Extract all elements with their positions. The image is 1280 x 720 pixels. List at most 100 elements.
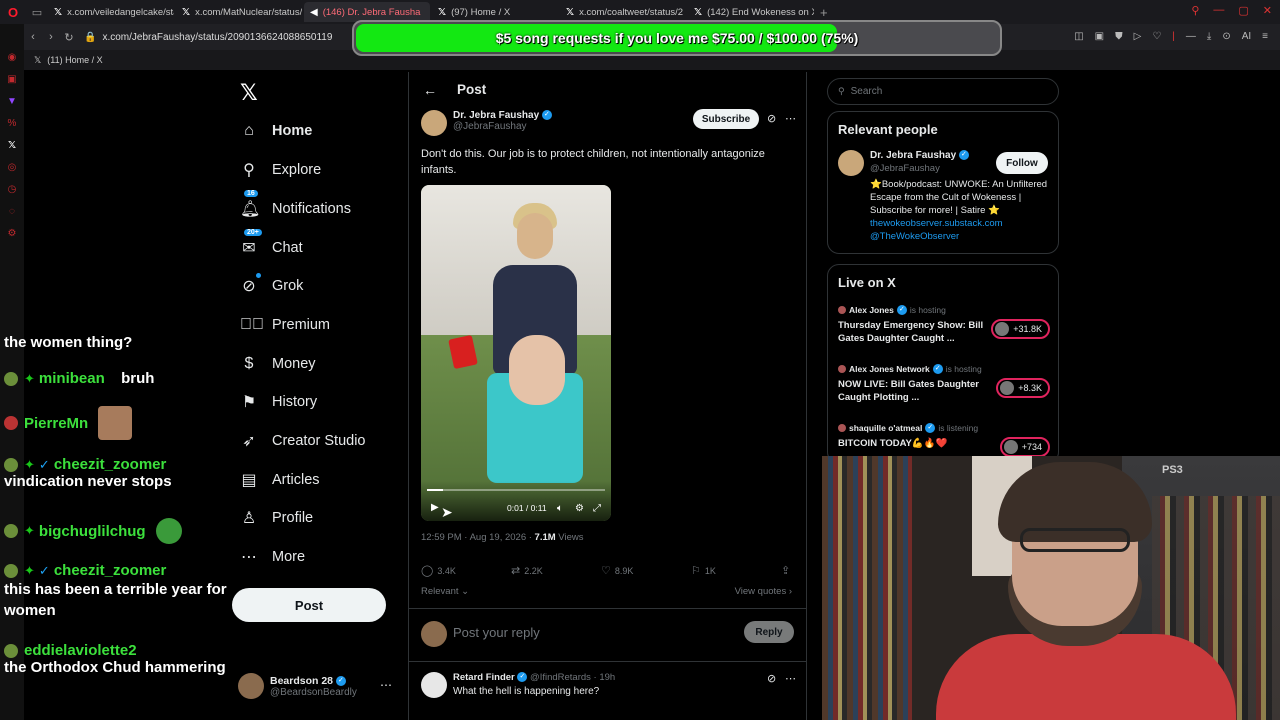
unread-dot [256, 273, 261, 278]
relevant-people-card: Relevant people Dr. Jebra Faushay ✓ @Jeb… [827, 111, 1059, 254]
more-icon[interactable]: ⋯ [785, 112, 796, 125]
browser-tab[interactable]: 𝕏x.com/veiledangelcake/sta [48, 2, 174, 22]
twitch-icon[interactable]: ▼ [7, 96, 17, 108]
nav-history[interactable]: ⚑ History [240, 389, 317, 415]
grok-icon[interactable]: ⊘ [767, 672, 776, 685]
person-name[interactable]: Dr. Jebra Faushay ✓ [870, 150, 969, 161]
tab-menu-icon[interactable]: ▭ [26, 6, 48, 19]
search-icon[interactable]: ⚲ [1191, 4, 1199, 17]
live-space[interactable]: Alex Jones Network ✓ is hosting NOW LIVE… [838, 364, 1050, 404]
bio-link[interactable]: thewokeobserver.substack.com [870, 218, 1003, 229]
avatar[interactable] [838, 150, 864, 176]
bookmark-icon[interactable]: ◫ [1074, 31, 1083, 42]
mute-icon[interactable]: 🔈︎ [557, 503, 563, 514]
repost-action[interactable]: ⇄ 2.2K [511, 564, 543, 577]
chat-bubble-icon[interactable]: ◌ [9, 206, 15, 218]
url-field[interactable]: 🔒 x.com/JebraFaushay/status/2090136624088… [84, 32, 332, 43]
share-action[interactable]: ⇪ [781, 564, 790, 577]
reply-button[interactable]: Reply [744, 621, 794, 643]
minimize-icon[interactable]: — [1213, 4, 1224, 17]
heart-icon[interactable]: ♡ [1152, 31, 1161, 42]
ai-icon[interactable]: AI [1242, 31, 1251, 42]
close-icon[interactable]: ✕ [1263, 4, 1272, 17]
bookmark-home[interactable]: (11) Home / X [47, 55, 102, 65]
download-icon[interactable]: ⤓ [1207, 31, 1211, 42]
nav-chat[interactable]: ✉ 20+ Chat [240, 229, 303, 261]
browser-tab[interactable]: 𝕏x.com/MatNuclear/status/ [176, 2, 302, 22]
history-icon[interactable]: ◷ [8, 184, 17, 196]
flow-icon[interactable]: ◎ [8, 162, 17, 174]
browser-tab[interactable]: 𝕏x.com/coaltweet/status/2 [560, 2, 686, 22]
avatar [1000, 381, 1015, 395]
account-switcher[interactable]: Beardson 28 ✓ @BeardsonBeardly ⋯ [238, 670, 402, 702]
camera-icon[interactable]: ⊙ [1222, 31, 1230, 42]
nav-home[interactable]: ⌂ Home [240, 118, 312, 144]
back-arrow-icon[interactable]: ← [423, 82, 437, 98]
bookmark-action[interactable]: ⚐ 1K [691, 564, 716, 577]
nav-creator-studio[interactable]: ➶ Creator Studio [240, 428, 365, 454]
hamburger-icon[interactable]: ≡ [1262, 31, 1268, 42]
video-time: 0:01 / 0:11 [507, 503, 547, 513]
x-favicon-icon: 𝕏 [182, 6, 191, 18]
snapshot-icon[interactable]: ▣ [1095, 31, 1104, 42]
x-sidebar-icon[interactable]: 𝕏 [8, 140, 16, 152]
shield-icon[interactable]: ⛊ [1115, 31, 1123, 42]
post-author[interactable]: Dr. Jebra Faushay ✓ @JebraFaushay [421, 110, 552, 136]
browser-tab[interactable]: 𝕏 (142) End Wokeness on X [688, 2, 814, 22]
play-icon[interactable]: ▶ [431, 502, 439, 513]
play-icon[interactable]: ▷ [1134, 31, 1142, 42]
nav-grok[interactable]: ⊘ Grok [240, 273, 303, 299]
fullscreen-icon[interactable]: ⤢ [593, 503, 601, 514]
browser-tab[interactable]: 𝕏 (97) Home / X [432, 2, 558, 22]
grok-icon[interactable]: ⊘ [767, 112, 776, 125]
settings-icon[interactable]: ⚙ [8, 228, 17, 240]
nav-notifications[interactable]: 🔔︎ 16 Notifications [240, 190, 351, 222]
back-icon[interactable]: ‹ [24, 31, 42, 43]
avatar [421, 672, 447, 698]
bio-mention-link[interactable]: @TheWokeObserver [870, 231, 959, 242]
more-icon: ⋯ [241, 549, 257, 566]
post-text: Don't do this. Our job is to protect chi… [421, 148, 765, 176]
follow-button[interactable]: Follow [996, 152, 1048, 174]
forward-icon[interactable]: › [42, 31, 60, 43]
more-icon[interactable]: ⋯ [785, 672, 796, 685]
post-button[interactable]: Post [232, 588, 386, 622]
percent-icon[interactable]: % [8, 118, 17, 130]
like-action[interactable]: ♡ 8.9K [601, 564, 633, 577]
reply-post[interactable]: Retard Finder ✓ @IfindRetards · 19h What… [409, 666, 806, 720]
reply-sort-dropdown[interactable]: Relevant ⌄ [421, 586, 469, 597]
reload-icon[interactable]: ↻ [60, 31, 78, 44]
new-tab-icon[interactable]: + [820, 5, 828, 20]
home-icon: ⌂ [244, 122, 254, 139]
reply-input[interactable]: Post your reply [453, 625, 540, 640]
subscribe-button[interactable]: Subscribe [693, 109, 759, 129]
nav-articles[interactable]: ▤ Articles [240, 467, 319, 493]
nav-premium[interactable]: ✓⃝ Premium [240, 312, 330, 338]
search-input[interactable] [850, 86, 1041, 97]
nav-profile[interactable]: ♙ Profile [240, 505, 313, 531]
more-icon[interactable]: ⋯ [380, 678, 392, 692]
video-player[interactable]: ▶ 0:01 / 0:11 🔈︎ ⚙ ⤢ ➤ [421, 185, 611, 521]
nav-explore[interactable]: ⚲ Explore [240, 157, 321, 183]
messenger-icon[interactable]: ◉ [8, 52, 17, 64]
maximize-icon[interactable]: ▢ [1238, 4, 1248, 17]
listener-count: +734 [999, 437, 1050, 457]
speaker-icon: ◀ [310, 6, 318, 18]
opera-logo-icon[interactable]: O [0, 0, 26, 24]
nav-money[interactable]: $ Money [240, 351, 316, 377]
heart-icon: ♡ [601, 565, 611, 577]
browser-tab-active[interactable]: ◀ (146) Dr. Jebra Fausha [304, 2, 430, 22]
listener-count: +8.3K [996, 378, 1050, 398]
settings-icon[interactable]: ⚙ [575, 503, 584, 514]
x-logo-icon[interactable]: 𝕏 [240, 80, 258, 106]
live-space[interactable]: shaquille o'atmeal ✓ is listening BITCOI… [838, 423, 1050, 457]
view-quotes-link[interactable]: View quotes › [735, 586, 792, 597]
reply-action[interactable]: ◯ 3.4K [421, 564, 456, 577]
instagram-icon[interactable]: ▣ [7, 74, 16, 86]
verified-icon: ✓ [541, 110, 552, 121]
live-space[interactable]: Alex Jones ✓ is hosting Thursday Emergen… [838, 305, 1050, 345]
video-progress-bar[interactable] [427, 489, 605, 491]
menu-icon[interactable]: — [1186, 31, 1196, 42]
chat-message: ✦ minibean bruh [4, 370, 154, 387]
nav-more[interactable]: ⋯ More [240, 544, 305, 570]
